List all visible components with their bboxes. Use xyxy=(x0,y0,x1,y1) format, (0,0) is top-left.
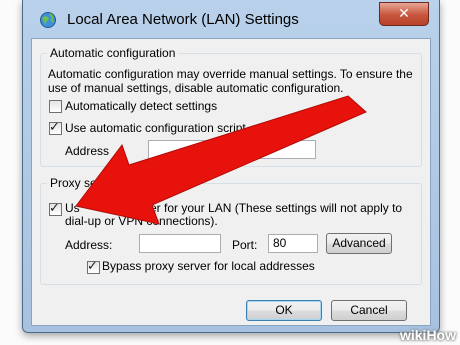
ok-button[interactable]: OK xyxy=(246,300,322,321)
checkmark-icon: ✓ xyxy=(87,258,98,273)
detect-settings-label[interactable]: Automatically detect settings xyxy=(65,99,217,114)
advanced-button[interactable]: Advanced xyxy=(326,233,392,254)
automatic-configuration-label: Automatic configuration xyxy=(47,46,179,60)
cancel-button[interactable]: Cancel xyxy=(331,300,407,321)
network-globe-icon xyxy=(40,12,56,28)
close-icon: ✕ xyxy=(398,5,410,21)
proxy-port-input[interactable]: 80 xyxy=(268,234,318,253)
detect-settings-checkbox[interactable] xyxy=(49,100,62,113)
auto-config-description-line2: use of manual settings, disable automati… xyxy=(48,81,344,95)
proxy-address-input[interactable] xyxy=(139,234,221,253)
script-address-input[interactable] xyxy=(148,140,316,159)
close-button[interactable]: ✕ xyxy=(379,2,429,26)
use-proxy-label-line2[interactable]: dial-up or VPN connections). xyxy=(65,214,218,229)
window-title: Local Area Network (LAN) Settings xyxy=(67,11,299,28)
wikihow-watermark: wikiHow xyxy=(400,327,456,343)
proxy-address-label: Address: xyxy=(65,238,113,252)
checkmark-icon: ✓ xyxy=(49,119,60,134)
bypass-local-checkbox[interactable]: ✓ xyxy=(87,258,100,274)
title-bar[interactable]: Local Area Network (LAN) Settings ✕ xyxy=(23,0,439,40)
use-proxy-checkbox[interactable]: ✓ xyxy=(49,200,62,216)
watermark-suffix: How xyxy=(426,327,456,343)
use-config-script-checkbox[interactable]: ✓ xyxy=(49,119,62,135)
auto-config-description-line1: Automatic configuration may override man… xyxy=(48,67,413,81)
proxy-server-label: Proxy se xyxy=(47,176,100,190)
script-address-label: Address xyxy=(65,144,110,158)
proxy-port-label: Port: xyxy=(232,238,258,252)
bypass-local-label[interactable]: Bypass proxy server for local addresses xyxy=(102,259,315,274)
watermark-prefix: wiki xyxy=(399,327,427,343)
lan-settings-dialog: Local Area Network (LAN) Settings ✕ Auto… xyxy=(22,0,440,333)
checkmark-icon: ✓ xyxy=(49,200,60,215)
dialog-client-area: Automatic configuration Automatic config… xyxy=(31,38,431,326)
use-config-script-label[interactable]: Use automatic configuration script xyxy=(65,121,246,136)
